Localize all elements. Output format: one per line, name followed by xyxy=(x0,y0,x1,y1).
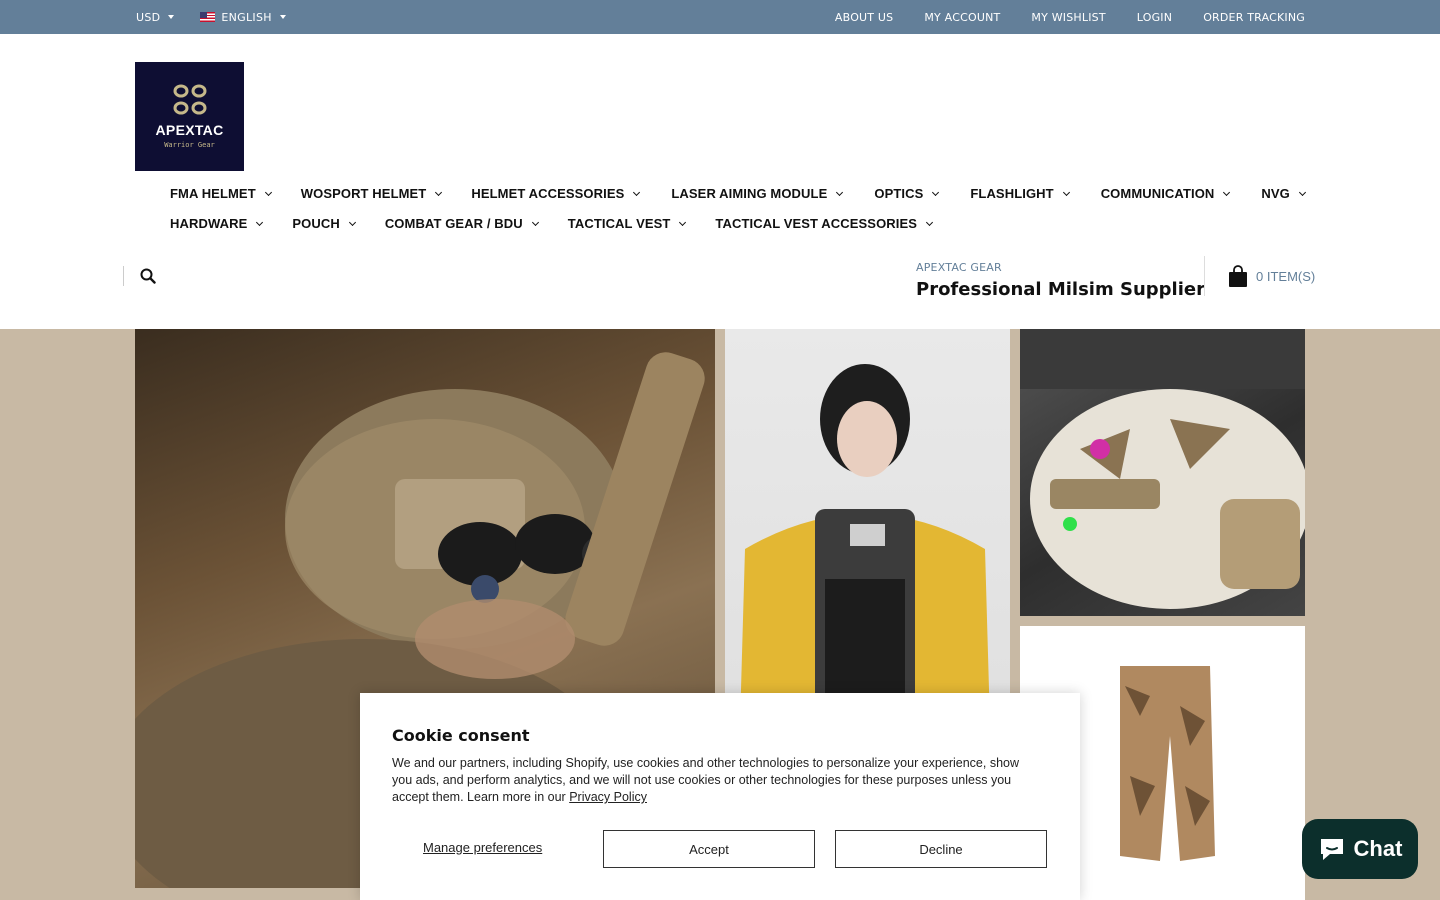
my-wishlist-link[interactable]: MY WISHLIST xyxy=(1031,11,1105,24)
chevron-down-icon xyxy=(932,188,940,196)
nav-tactical-vest[interactable]: TACTICAL VEST xyxy=(567,216,687,231)
chevron-down-icon xyxy=(256,218,264,226)
nav-label: TACTICAL VEST xyxy=(567,216,671,231)
nav-optics[interactable]: OPTICS xyxy=(874,186,940,201)
chevron-down-icon xyxy=(1298,188,1306,196)
nav-fma-helmet[interactable]: FMA HELMET xyxy=(170,186,272,201)
main-nav-row-2: HARDWARE POUCH COMBAT GEAR / BDU TACTICA… xyxy=(170,216,934,231)
nav-label: NVG xyxy=(1261,186,1290,201)
main-nav-row-1: FMA HELMET WOSPORT HELMET HELMET ACCESSO… xyxy=(170,186,1306,201)
chat-bubble-icon xyxy=(1320,839,1343,860)
nav-nvg[interactable]: NVG xyxy=(1261,186,1306,201)
order-tracking-link[interactable]: ORDER TRACKING xyxy=(1203,11,1305,24)
caret-down-icon xyxy=(279,15,286,19)
helmet-light-illustration xyxy=(1020,329,1305,609)
currency-selector[interactable]: USD xyxy=(136,10,175,24)
nav-label: FMA HELMET xyxy=(170,186,256,201)
nav-label: OPTICS xyxy=(874,186,924,201)
chevron-down-icon xyxy=(836,188,844,196)
cart-divider xyxy=(1204,256,1205,296)
chevron-down-icon xyxy=(435,188,443,196)
language-label: ENGLISH xyxy=(221,10,272,24)
cookie-consent-dialog: Cookie consent We and our partners, incl… xyxy=(360,693,1080,900)
chevron-down-icon xyxy=(348,218,356,226)
nav-pouch[interactable]: POUCH xyxy=(292,216,356,231)
nav-label: COMBAT GEAR / BDU xyxy=(384,216,523,231)
nav-tactical-vest-accessories[interactable]: TACTICAL VEST ACCESSORIES xyxy=(715,216,934,231)
cart-count: 0 ITEM(S) xyxy=(1256,268,1316,284)
nav-combat-gear-bdu[interactable]: COMBAT GEAR / BDU xyxy=(384,216,539,231)
nav-communication[interactable]: COMMUNICATION xyxy=(1100,186,1231,201)
cookie-body-text: We and our partners, including Shopify, … xyxy=(392,756,1019,804)
chevron-down-icon xyxy=(1062,188,1070,196)
caret-down-icon xyxy=(168,15,175,19)
chat-label: Chat xyxy=(1353,836,1403,861)
nav-label: TACTICAL VEST ACCESSORIES xyxy=(715,216,918,231)
my-account-link[interactable]: MY ACCOUNT xyxy=(924,11,1000,24)
nav-label: LASER AIMING MODULE xyxy=(671,186,828,201)
chevron-down-icon xyxy=(679,218,687,226)
hero-image-helmet-light[interactable] xyxy=(1020,329,1305,616)
nav-flashlight[interactable]: FLASHLIGHT xyxy=(970,186,1070,201)
search-icon[interactable] xyxy=(140,268,156,284)
chat-widget-button[interactable]: Chat xyxy=(1302,819,1418,879)
nav-label: HARDWARE xyxy=(170,216,248,231)
cookie-title: Cookie consent xyxy=(392,726,530,745)
chevron-down-icon xyxy=(531,218,539,226)
nav-label: COMMUNICATION xyxy=(1100,186,1215,201)
top-bar: USD ENGLISH ABOUT US MY ACCOUNT MY WISHL… xyxy=(0,0,1440,34)
language-selector[interactable]: ENGLISH xyxy=(200,10,286,24)
privacy-policy-link[interactable]: Privacy Policy xyxy=(569,790,647,804)
header-tagline-small: APEXTAC GEAR xyxy=(916,261,1002,274)
logo-tagline: Warrior Gear xyxy=(164,141,215,149)
nav-helmet-accessories[interactable]: HELMET ACCESSORIES xyxy=(471,186,641,201)
shopping-bag-icon xyxy=(1229,265,1247,287)
us-flag-icon xyxy=(200,12,216,22)
chevron-down-icon xyxy=(1223,188,1231,196)
nav-label: FLASHLIGHT xyxy=(970,186,1054,201)
manage-preferences-link[interactable]: Manage preferences xyxy=(423,840,542,855)
nav-hardware[interactable]: HARDWARE xyxy=(170,216,264,231)
decline-button[interactable]: Decline xyxy=(835,830,1047,868)
nav-label: WOSPORT HELMET xyxy=(300,186,427,201)
chevron-down-icon xyxy=(633,188,641,196)
accept-button[interactable]: Accept xyxy=(603,830,815,868)
header-tagline-big: Professional Milsim Supplier xyxy=(916,279,1205,300)
chevron-down-icon xyxy=(264,188,272,196)
logo-brand: APEXTAC xyxy=(155,122,224,138)
nav-label: HELMET ACCESSORIES xyxy=(471,186,625,201)
nav-label: POUCH xyxy=(292,216,340,231)
login-link[interactable]: LOGIN xyxy=(1137,11,1172,24)
currency-label: USD xyxy=(136,10,161,24)
leaf-emblem-icon xyxy=(173,84,206,115)
nav-laser-aiming-module[interactable]: LASER AIMING MODULE xyxy=(671,186,844,201)
chevron-down-icon xyxy=(926,218,934,226)
store-logo[interactable]: APEXTAC Warrior Gear xyxy=(135,62,244,171)
nav-wosport-helmet[interactable]: WOSPORT HELMET xyxy=(300,186,443,201)
search-divider xyxy=(123,266,124,286)
about-us-link[interactable]: ABOUT US xyxy=(835,11,893,24)
cart-button[interactable]: 0 ITEM(S) xyxy=(1228,264,1315,288)
cookie-body: We and our partners, including Shopify, … xyxy=(392,755,1042,806)
